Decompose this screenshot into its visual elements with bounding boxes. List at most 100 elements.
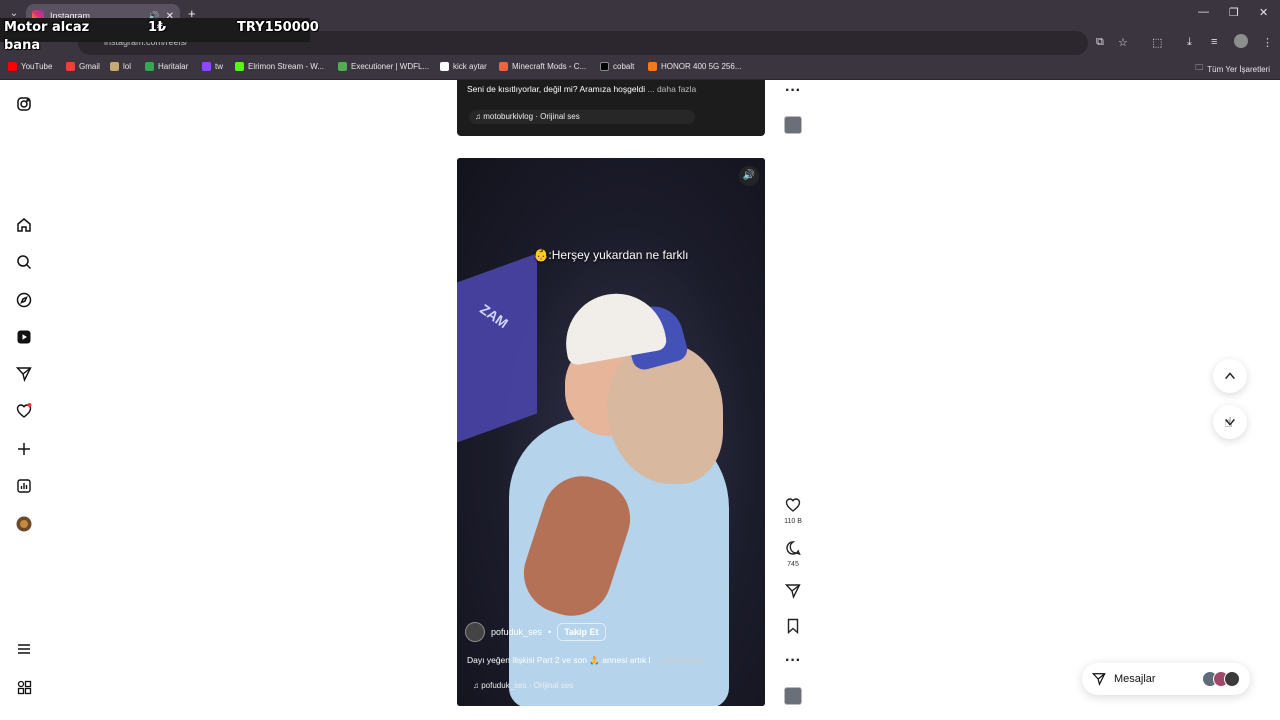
download-icon[interactable]: ⤓	[1187, 36, 1192, 49]
save-button[interactable]	[783, 618, 803, 639]
bookmark-label: YouTube	[21, 62, 53, 71]
curseforge-icon	[499, 62, 508, 71]
bookmark-label: lol	[123, 62, 132, 71]
reel-overlay-text: 👶:Herşey yukardan ne farklı	[533, 248, 689, 262]
audio-label: motoburkivlog · Orijinal ses	[483, 112, 580, 121]
messages-label: Mesajlar	[1114, 673, 1156, 685]
audio-thumbnail[interactable]	[784, 687, 802, 705]
overlay-amount-symbol: 1₺	[148, 20, 167, 35]
gmail-icon	[66, 62, 75, 71]
diamond-icon	[440, 62, 449, 71]
bookmark-label: Minecraft Mods - C...	[512, 62, 587, 71]
chevron-up-icon	[1225, 372, 1235, 380]
lol-icon	[110, 62, 119, 71]
bookmark-honor[interactable]: HONOR 400 5G 256...	[648, 62, 741, 71]
bookmark-label: HONOR 400 5G 256...	[661, 62, 742, 71]
reel-audio[interactable]: ♫ pofuduk_ses · Orijinal ses	[473, 681, 573, 690]
create-icon[interactable]	[16, 441, 32, 457]
bookmark-gmail[interactable]: Gmail	[66, 62, 100, 71]
audio-thumbnail[interactable]	[784, 116, 802, 134]
author-username[interactable]: pofuduk_ses	[491, 627, 542, 637]
messages-icon	[1092, 673, 1106, 686]
extensions-icon[interactable]: ⬚	[1152, 36, 1162, 49]
profile-avatar[interactable]	[1234, 34, 1248, 48]
bookmark-kick-aytar[interactable]: kick aytar	[440, 62, 487, 71]
media-controls-icon[interactable]: ≡	[1211, 36, 1217, 48]
home-icon[interactable]	[16, 217, 32, 233]
bookmark-label: cobalt	[613, 62, 635, 71]
close-window-icon[interactable]: ✕	[1259, 6, 1268, 19]
messages-drawer[interactable]: Mesajlar	[1082, 663, 1250, 695]
like-count: 110 B	[784, 518, 802, 525]
comment-button[interactable]: 745	[783, 540, 803, 568]
all-bookmarks-label: Tüm Yer İşaretleri	[1207, 64, 1270, 74]
hand-cursor-icon: ☝	[1224, 414, 1233, 430]
menu-dots-icon[interactable]: ⋮	[1262, 36, 1273, 49]
comment-count: 745	[787, 561, 799, 568]
bookmark-minecraft[interactable]: Minecraft Mods - C...	[499, 62, 586, 71]
all-bookmarks[interactable]: 🗀 Tüm Yer İşaretleri	[1195, 62, 1270, 76]
previous-reel-button[interactable]	[1213, 359, 1247, 393]
more-link[interactable]: ... daha fazla	[648, 84, 697, 94]
explore-icon[interactable]	[16, 292, 32, 308]
bookmark-icon	[787, 618, 799, 635]
volume-icon[interactable]: 🔊	[739, 166, 759, 186]
bookmark-star-icon[interactable]: ☆	[1118, 36, 1128, 49]
bookmark-youtube[interactable]: YouTube	[8, 62, 52, 71]
profile-avatar[interactable]	[16, 516, 32, 532]
previous-reel-audio[interactable]: ♫ motoburkivlog · Orijinal ses	[469, 110, 695, 124]
minimize-icon[interactable]: —	[1198, 6, 1209, 18]
share-button[interactable]	[783, 583, 803, 604]
bookmark-executioner[interactable]: Executioner | WDFL...	[338, 62, 429, 71]
caption-text: Dayı yeğen ilişkisi Part 2 ve son 🙏 anne…	[467, 655, 651, 665]
shield-icon	[338, 62, 347, 71]
more-options-icon[interactable]: ···	[783, 82, 803, 100]
hepsiburada-icon	[648, 62, 657, 71]
reel-video[interactable]: ZAM 👶:Herşey yukardan ne farklı 🔊 pofudu…	[457, 158, 765, 706]
bookmark-tw[interactable]: tw	[202, 62, 223, 71]
reel-caption[interactable]: Dayı yeğen ilişkisi Part 2 ve son 🙏 anne…	[467, 655, 757, 666]
bookmark-label: Elrimon Stream - W...	[248, 62, 325, 71]
instagram-page: Seni de kısıtlıyorlar, değil mi? Aramıza…	[0, 80, 1280, 720]
kick-icon	[235, 62, 244, 71]
bookmark-label: Executioner | WDFL...	[351, 62, 430, 71]
overlay-line1: Motor alcaz	[4, 20, 90, 35]
meta-apps-icon[interactable]	[16, 679, 32, 695]
heart-icon	[785, 498, 801, 512]
bookmark-cobalt[interactable]: cobalt	[600, 62, 634, 71]
like-button[interactable]: 110 B	[783, 497, 803, 525]
follow-button[interactable]: Takip Et	[557, 623, 606, 641]
share-icon	[784, 584, 801, 600]
more-menu-icon[interactable]	[16, 641, 32, 657]
restore-icon[interactable]: ❐	[1229, 6, 1239, 19]
cobalt-icon	[600, 62, 609, 71]
previous-reel-caption[interactable]: Seni de kısıtlıyorlar, değil mi? Aramıza…	[467, 84, 696, 94]
bookmark-haritalar[interactable]: Haritalar	[145, 62, 188, 71]
more-options-icon[interactable]: ···	[783, 652, 803, 670]
cast-icon[interactable]: ⧉	[1096, 36, 1104, 49]
bookmark-label: tw	[215, 62, 223, 71]
overlay-line2: bana	[4, 38, 41, 53]
search-icon[interactable]	[16, 254, 32, 270]
bookmarks-bar: YouTube Gmail lol Haritalar tw Elrimon S…	[0, 58, 1280, 80]
comment-icon	[786, 541, 801, 556]
previous-reel[interactable]: Seni de kısıtlıyorlar, değil mi? Aramıza…	[457, 80, 765, 136]
more-link[interactable]: ... daha fazla	[653, 655, 702, 665]
message-avatars	[1202, 671, 1240, 687]
messages-icon[interactable]	[16, 366, 32, 382]
bookmark-label: Haritalar	[158, 62, 189, 71]
avatar	[1224, 671, 1240, 687]
bookmark-elrimon[interactable]: Elrimon Stream - W...	[235, 62, 324, 71]
flag-graphic	[457, 253, 537, 443]
folder-icon: 🗀	[1195, 63, 1204, 72]
notifications-icon[interactable]	[16, 403, 32, 419]
maps-icon	[145, 62, 154, 71]
instagram-logo-icon[interactable]	[16, 96, 32, 112]
twitch-icon	[202, 62, 211, 71]
dashboard-icon[interactable]	[16, 478, 32, 494]
separator-dot: •	[548, 627, 552, 637]
author-avatar[interactable]	[465, 622, 485, 642]
reels-icon[interactable]	[16, 329, 32, 345]
bookmark-lol[interactable]: lol	[110, 62, 131, 71]
overlay-amount: TRY150000	[237, 20, 319, 35]
